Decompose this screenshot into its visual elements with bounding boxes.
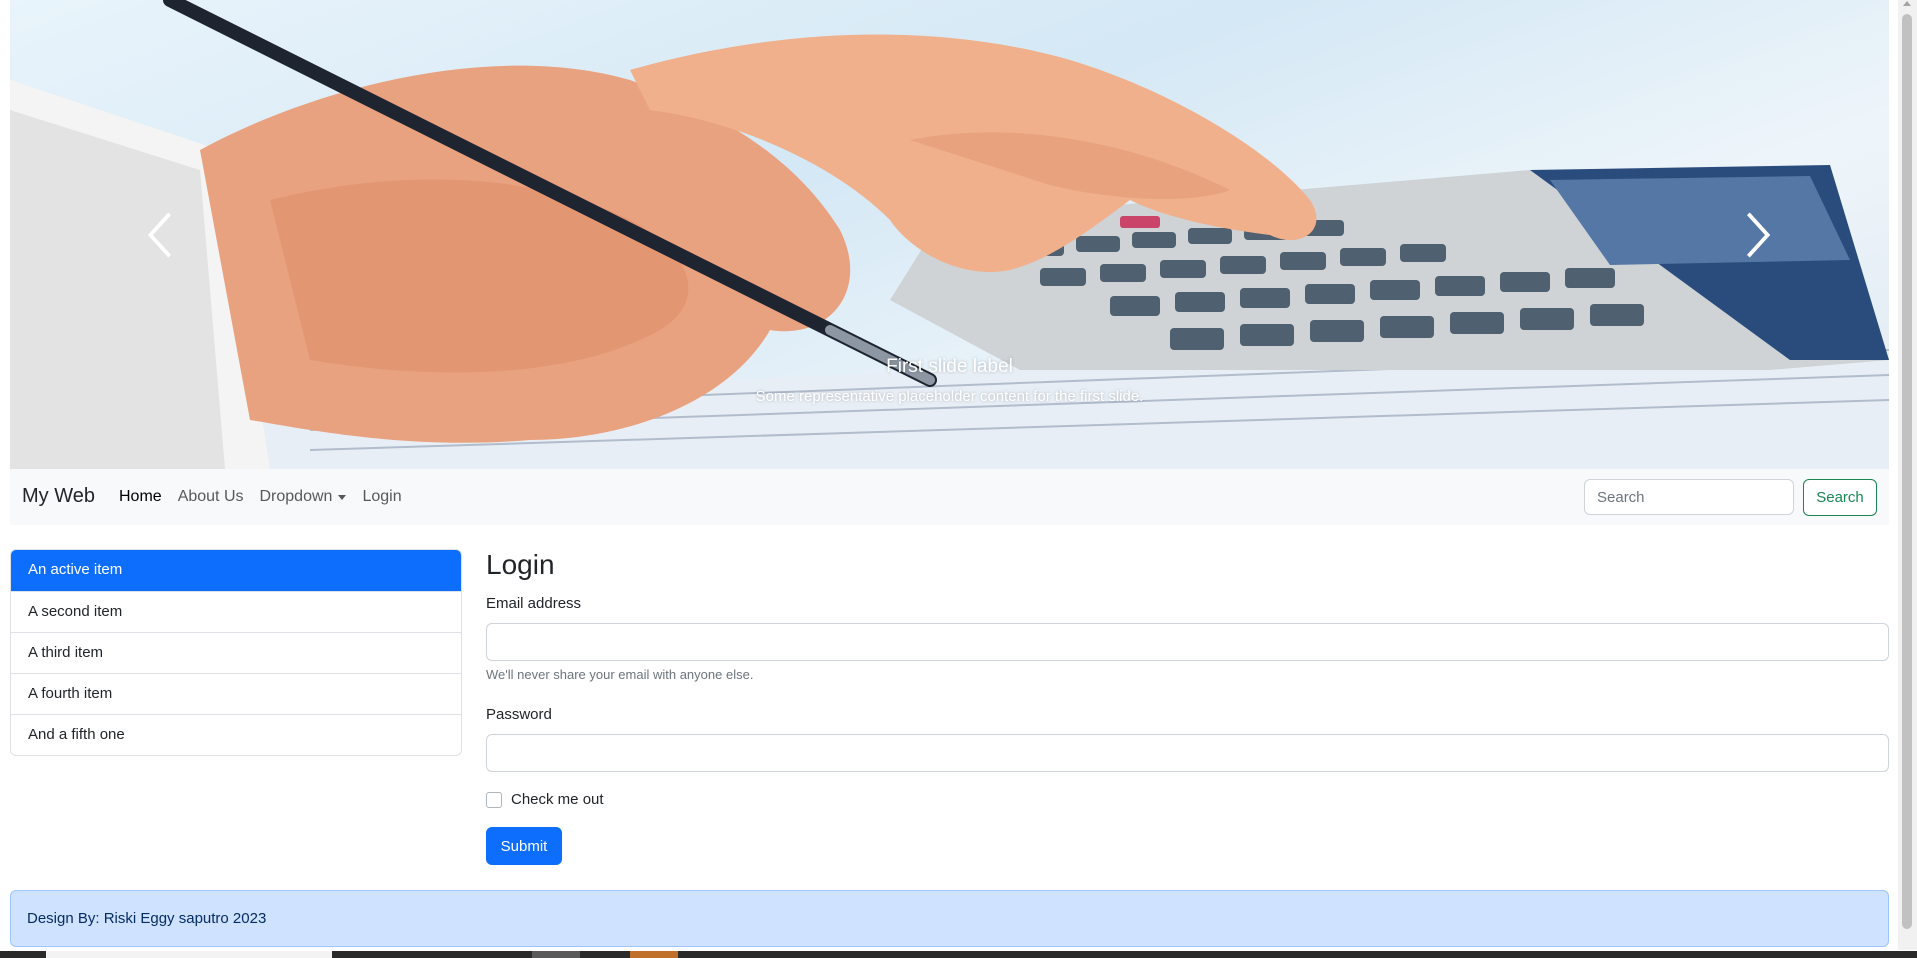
nav-link-about-us[interactable]: About Us: [178, 488, 244, 506]
scroll-up-icon[interactable]: [1903, 1, 1911, 6]
list-item[interactable]: An active item: [11, 550, 461, 591]
list-item[interactable]: A fourth item: [11, 673, 461, 714]
scrollbar-thumb[interactable]: [1902, 14, 1912, 929]
check-me-out-label[interactable]: Check me out: [511, 791, 604, 808]
nav-links: Home About Us Dropdown Login: [119, 488, 418, 506]
nav-dropdown-toggle[interactable]: Dropdown: [260, 488, 347, 506]
list-group: An active item A second item A third ite…: [10, 549, 462, 756]
carousel-caption-text: Some representative placeholder content …: [755, 388, 1144, 405]
taskbar-segment: [630, 951, 678, 958]
check-me-out-checkbox[interactable]: [486, 791, 502, 808]
navbar-brand[interactable]: My Web: [22, 485, 95, 508]
check-me-out-row: Check me out: [486, 791, 604, 808]
search-input[interactable]: [1584, 479, 1794, 515]
login-title: Login: [486, 549, 555, 580]
chevron-right-icon: [1746, 212, 1771, 258]
carousel-prev-button[interactable]: [140, 210, 180, 260]
page-scrollbar[interactable]: [1898, 0, 1917, 950]
carousel-caption: First slide label Some representative pl…: [10, 356, 1889, 405]
taskbar-strip: [0, 951, 1917, 958]
taskbar-segment: [532, 951, 580, 958]
chevron-left-icon: [147, 212, 172, 258]
footer-text: Design By: Riski Eggy saputro 2023: [27, 910, 267, 927]
submit-button[interactable]: Submit: [486, 827, 562, 865]
nav-link-login[interactable]: Login: [362, 488, 401, 506]
carousel-caption-title: First slide label: [886, 356, 1013, 377]
navbar: My Web Home About Us Dropdown Login Sear…: [10, 469, 1889, 525]
carousel-next-button[interactable]: [1738, 210, 1778, 260]
password-field[interactable]: [486, 734, 1889, 772]
taskbar-segment: [46, 951, 332, 958]
search-button[interactable]: Search: [1803, 479, 1877, 516]
list-item[interactable]: A second item: [11, 591, 461, 632]
caret-down-icon: [338, 494, 347, 500]
nav-link-home[interactable]: Home: [119, 488, 162, 506]
email-label: Email address: [486, 595, 582, 612]
footer: Design By: Riski Eggy saputro 2023: [10, 890, 1889, 947]
list-item[interactable]: A third item: [11, 632, 461, 673]
list-item[interactable]: And a fifth one: [11, 714, 461, 755]
carousel: First slide label Some representative pl…: [10, 0, 1889, 469]
email-help-text: We'll never share your email with anyone…: [486, 667, 754, 682]
password-label: Password: [486, 706, 552, 723]
email-field[interactable]: [486, 623, 1889, 661]
nav-dropdown-label: Dropdown: [259, 488, 333, 505]
